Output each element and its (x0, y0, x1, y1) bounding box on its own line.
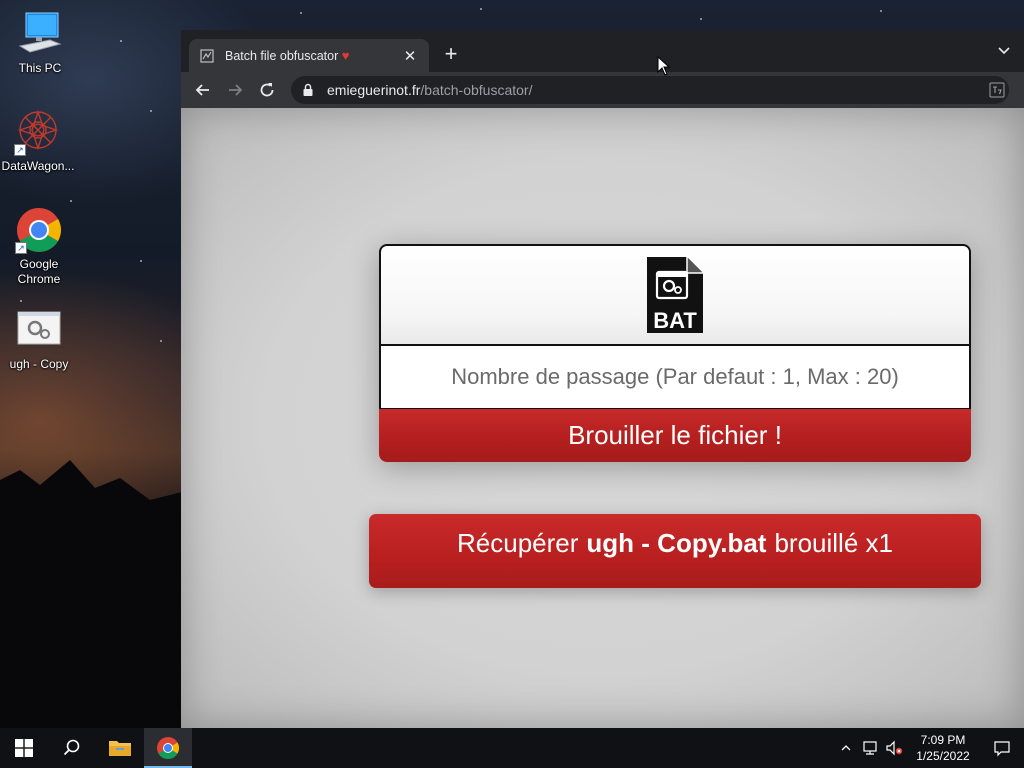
tab-strip: Batch file obfuscator ♥ ✕ + (181, 30, 1024, 72)
address-bar[interactable]: emieguerinot.fr/batch-obfuscator/ (291, 76, 1009, 104)
desktop-icon-this-pc[interactable]: This PC (2, 10, 78, 76)
reload-button[interactable] (251, 74, 283, 106)
reload-icon (260, 83, 274, 97)
batch-file-icon (15, 306, 63, 354)
chrome-icon: ↗ (15, 206, 63, 254)
download-filename: ugh - Copy.bat (586, 527, 767, 558)
desktop-icon-google-chrome[interactable]: ↗ Google Chrome (1, 206, 77, 287)
bat-file-badge: BAT (653, 308, 697, 333)
url-path: /batch-obfuscator/ (420, 82, 533, 98)
folder-icon (109, 741, 131, 756)
clock-date: 1/25/2022 (916, 749, 970, 763)
obfuscator-form: BAT Brouiller le fichier ! (379, 244, 971, 462)
heart-icon: ♥ (341, 48, 350, 63)
download-obfuscated-file-button[interactable]: Récupérer ugh - Copy.bat brouillé x1 (369, 514, 981, 588)
volume-muted-icon (886, 740, 903, 756)
shortcut-arrow-icon: ↗ (15, 242, 27, 254)
start-button[interactable] (0, 728, 48, 768)
lock-icon (303, 83, 313, 96)
url-host: emieguerinot.fr (327, 82, 421, 98)
browser-window: Batch file obfuscator ♥ ✕ + emieguerinot… (181, 30, 1024, 728)
chrome-icon (157, 737, 179, 759)
network-button[interactable] (858, 728, 882, 768)
arrow-right-icon (229, 84, 243, 96)
mountain-silhouette (0, 460, 190, 728)
download-label-prefix: Récupérer (457, 527, 579, 558)
mouse-pointer-icon (657, 56, 671, 76)
tab-close-button[interactable]: ✕ (401, 47, 419, 65)
clock-time: 7:09 PM (920, 733, 966, 747)
search-icon (63, 739, 80, 756)
back-button[interactable] (187, 74, 219, 106)
tab-batch-file-obfuscator[interactable]: Batch file obfuscator ♥ ✕ (189, 39, 429, 72)
taskbar-file-explorer[interactable] (96, 728, 144, 768)
page-viewport: BAT Brouiller le fichier ! Récupérer ugh… (181, 108, 1024, 728)
tab-title: Batch file obfuscator (225, 49, 339, 63)
taskbar: 7:09 PM 1/25/2022 (0, 728, 1024, 768)
scramble-file-button[interactable]: Brouiller le fichier ! (379, 409, 971, 462)
desktop-icon-datawagon[interactable]: ↗ DataWagon... (0, 108, 76, 174)
translate-icon[interactable] (989, 82, 1005, 98)
page-favicon-icon (200, 48, 214, 63)
show-hidden-icons-button[interactable] (834, 728, 858, 768)
arrow-left-icon (195, 84, 209, 96)
forward-button[interactable] (219, 74, 251, 106)
desktop-icon-label: Google Chrome (17, 257, 61, 286)
desktop-icon-label: DataWagon... (1, 159, 75, 173)
passes-count-input[interactable] (379, 345, 971, 409)
system-tray: 7:09 PM 1/25/2022 (834, 728, 1024, 768)
action-center-button[interactable] (980, 728, 1024, 768)
clock[interactable]: 7:09 PM 1/25/2022 (910, 732, 976, 764)
new-tab-button[interactable]: + (439, 42, 463, 66)
shortcut-arrow-icon: ↗ (14, 144, 26, 156)
network-icon (863, 741, 877, 755)
file-drop-zone[interactable]: BAT (379, 244, 971, 345)
browser-toolbar: emieguerinot.fr/batch-obfuscator/ (181, 72, 1024, 108)
tab-search-chevron-icon[interactable] (992, 38, 1016, 62)
search-button[interactable] (48, 728, 96, 768)
bat-file-icon: BAT (647, 257, 703, 333)
desktop-icon-label: ugh - Copy (9, 357, 69, 371)
taskbar-google-chrome[interactable] (144, 728, 192, 768)
this-pc-icon (16, 10, 64, 58)
datawagon-icon: ↗ (14, 108, 62, 156)
download-label-suffix: brouillé x1 (774, 527, 893, 558)
volume-button[interactable] (882, 728, 906, 768)
notification-icon (994, 741, 1010, 757)
chevron-up-icon (841, 745, 851, 751)
windows-logo-icon (15, 739, 33, 757)
desktop-icon-ugh-copy[interactable]: ugh - Copy (1, 306, 77, 372)
desktop-icon-label: This PC (18, 61, 62, 75)
